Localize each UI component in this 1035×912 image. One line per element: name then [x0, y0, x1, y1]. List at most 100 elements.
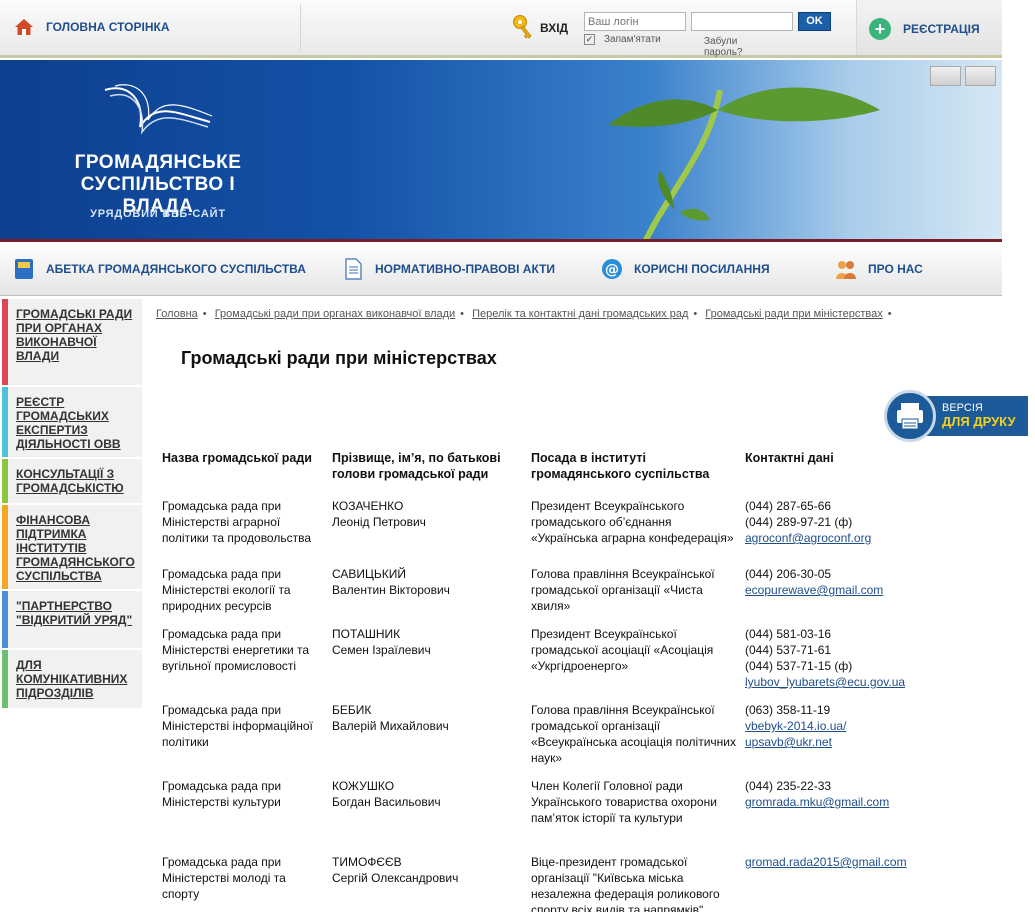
sidebar-color-bar: [2, 459, 8, 503]
sidebar-item-financial-support[interactable]: ФІНАНСОВА ПІДТРИМКА ІНСТИТУТІВ ГРОМАДЯНС…: [2, 505, 142, 591]
register-area: + РЕЄСТРАЦІЯ: [856, 0, 1002, 55]
print-version-button[interactable]: ВЕРСІЯ ДЛЯ ДРУКУ: [884, 390, 1028, 442]
sidebar-item-open-government[interactable]: "ПАРТНЕРСТВО "ВІДКРИТИЙ УРЯД": [2, 591, 142, 650]
nav-item-label: КОРИСНІ ПОСИЛАННЯ: [634, 262, 770, 276]
table-row: Громадська рада при Міністерстві екологі…: [158, 562, 931, 622]
sidebar-item-label: КОНСУЛЬТАЦІЇ З ГРОМАДСЬКІСТЮ: [16, 467, 124, 495]
council-position-cell: Президент Всеукраїнського громадського о…: [531, 499, 734, 545]
register-label: РЕЄСТРАЦІЯ: [903, 22, 980, 36]
document-icon: [345, 258, 362, 280]
breadcrumb: Головна • Громадські ради при органах вик…: [156, 308, 892, 320]
table-row: Громадська рада при Міністерстві інформа…: [158, 698, 931, 774]
email-link[interactable]: lyubov_lyubarets@ecu.gov.ua: [745, 675, 905, 689]
council-contacts-cell: gromad.rada2015@gmail.com: [741, 850, 931, 912]
nav-item-abetka[interactable]: АБЕТКА ГРОМАДЯНСЬКОГО СУСПІЛЬСТВА: [12, 257, 306, 281]
password-input[interactable]: [691, 12, 793, 31]
sidebar-item-label: ГРОМАДСЬКІ РАДИ ПРИ ОРГАНАХ ВИКОНАВЧОЇ В…: [16, 307, 133, 363]
col-header-name: Назва громадської ради: [162, 451, 312, 465]
phone-number: (044) 235-22-33: [745, 779, 832, 793]
council-contacts-cell: (044) 287-65-66 (044) 289-97-21 (ф) agroco…: [741, 494, 931, 562]
council-contacts-cell: (044) 581-03-16 (044) 537-71-61 (044) 537-…: [741, 622, 931, 698]
nav-item-acts[interactable]: НОРМАТИВНО-ПРАВОВІ АКТИ: [341, 257, 555, 281]
table-row: Громадська рада при Міністерстві молоді …: [158, 850, 931, 912]
header-banner: ГРОМАДЯНСЬКЕ СУСПІЛЬСТВО І ВЛАДА УРЯДОВИ…: [0, 60, 1002, 242]
remember-me[interactable]: ✓ Запам'ятати: [584, 34, 661, 45]
phone-number: (044) 581-03-16: [745, 627, 832, 641]
sidebar-color-bar: [2, 591, 8, 648]
breadcrumb-link[interactable]: Головна: [156, 308, 198, 320]
print-line2: ДЛЯ ДРУКУ: [942, 414, 1016, 429]
email-link[interactable]: gromrada.mku@gmail.com: [745, 795, 889, 809]
site-subtitle: УРЯДОВИЙ ВЕБ-САЙТ: [90, 208, 226, 220]
councils-table: Назва громадської ради Прізвище, ім’я, п…: [158, 446, 931, 912]
login-ok-button[interactable]: OK: [798, 12, 831, 31]
sidebar-color-bar: [2, 299, 8, 385]
home-icon: [15, 19, 33, 35]
breadcrumb-link[interactable]: Громадські ради при міністерствах: [705, 308, 882, 320]
nav-item-about[interactable]: ПРО НАС: [834, 257, 923, 281]
email-link[interactable]: upsavb@ukr.net: [745, 735, 832, 749]
view-grid-button[interactable]: [930, 66, 961, 86]
sidebar-item-label: ДЛЯ КОМУНІКАТИВНИХ ПІДРОЗДІЛІВ: [16, 658, 128, 700]
council-contacts-cell: (044) 235-22-33 gromrada.mku@gmail.com: [741, 774, 931, 850]
page-title: Громадські ради при міністерствах: [181, 348, 497, 368]
breadcrumb-link[interactable]: Перелік та контактні дані громадських ра…: [472, 308, 688, 320]
council-name-cell: Громадська рада при Міністерстві аграрно…: [162, 499, 312, 545]
home-link[interactable]: ГОЛОВНА СТОРІНКА: [14, 18, 170, 36]
email-link[interactable]: gromad.rada2015@gmail.com: [745, 855, 907, 869]
council-position-cell: Голова правління Всеукраїнської громадсь…: [531, 567, 715, 613]
col-header-position: Посада в інституті громадянського суспіл…: [531, 451, 710, 481]
view-pause-button[interactable]: [965, 66, 996, 86]
phone-number: (044) 537-71-61: [745, 643, 832, 657]
council-name-cell: Громадська рада при Міністерстві енергет…: [162, 627, 310, 673]
nav-item-links[interactable]: @ КОРИСНІ ПОСИЛАННЯ: [600, 257, 770, 281]
table-header-row: Назва громадської ради Прізвище, ім’я, п…: [158, 446, 931, 494]
council-head-cell: БЕБИК Валерій Михайлович: [332, 703, 449, 733]
forgot-password-link[interactable]: Забули пароль?: [704, 36, 743, 58]
council-name-cell: Громадська рада при Міністерстві інформа…: [162, 703, 313, 749]
council-name-cell: Громадська рада при Міністерстві молоді …: [162, 855, 286, 901]
council-contacts-cell: (044) 206-30-05 ecopurewave@gmail.com: [741, 562, 931, 622]
sidebar-item-label: РЕЄСТР ГРОМАДСЬКИХ ЕКСПЕРТИЗ ДІЯЛЬНОСТІ …: [16, 395, 121, 451]
council-position-cell: Президент Всеукраїнської громадської асо…: [531, 627, 714, 673]
login-input[interactable]: [584, 12, 686, 31]
sidebar-item-consultations[interactable]: КОНСУЛЬТАЦІЇ З ГРОМАДСЬКІСТЮ: [2, 459, 142, 505]
printer-icon: [884, 390, 936, 442]
phone-number: (044) 206-30-05: [745, 567, 832, 581]
council-position-cell: Член Колегії Головної ради Українського …: [531, 779, 717, 825]
table-row: Громадська рада при Міністерстві культур…: [158, 774, 931, 850]
home-link-label: ГОЛОВНА СТОРІНКА: [46, 20, 170, 34]
council-head-cell: САВИЦЬКИЙ Валентин Вікторович: [332, 567, 450, 597]
col-header-head: Прізвище, ім’я, по батькові голови грома…: [332, 451, 501, 481]
nav-item-label: НОРМАТИВНО-ПРАВОВІ АКТИ: [375, 262, 556, 276]
phone-number: (044) 289-97-21 (ф): [745, 515, 853, 529]
nav-item-label: ПРО НАС: [868, 262, 923, 276]
council-contacts-cell: (063) 358-11-19 vbebyk-2014.io.ua/upsavb@…: [741, 698, 931, 774]
nav-item-label: АБЕТКА ГРОМАДЯНСЬКОГО СУСПІЛЬСТВА: [46, 262, 306, 276]
top-bar: ГОЛОВНА СТОРІНКА ВХІД OK ✓ Запам'ятати З…: [0, 0, 1002, 58]
remember-checkbox[interactable]: ✓: [584, 34, 595, 45]
phone-number: (044) 287-65-66: [745, 499, 832, 513]
logo-wave-graphic: [104, 84, 213, 135]
sidebar-item-communications[interactable]: ДЛЯ КОМУНІКАТИВНИХ ПІДРОЗДІЛІВ: [2, 650, 142, 710]
council-head-cell: ПОТАШНИК Семен Ізраїлевич: [332, 627, 431, 657]
email-link[interactable]: ecopurewave@gmail.com: [745, 583, 883, 597]
sprout-image: [608, 87, 880, 239]
sidebar-item-councils[interactable]: ГРОМАДСЬКІ РАДИ ПРИ ОРГАНАХ ВИКОНАВЧОЇ В…: [2, 299, 142, 387]
login-label: ВХІД: [540, 21, 569, 35]
key-icon: [513, 15, 532, 39]
plus-icon: +: [869, 18, 891, 40]
council-head-cell: КОЗАЧЕНКО Леонід Петрович: [332, 499, 426, 529]
email-link[interactable]: agroconf@agroconf.org: [745, 531, 871, 545]
breadcrumb-link[interactable]: Громадські ради при органах виконавчої в…: [215, 308, 455, 320]
email-link[interactable]: vbebyk-2014.io.ua/: [745, 719, 846, 733]
people-icon: [836, 261, 856, 279]
register-link[interactable]: + РЕЄСТРАЦІЯ: [869, 18, 980, 40]
council-head-cell: ТИМОФЄЄВ Сергій Олександрович: [332, 855, 459, 885]
phone-number: (044) 537-71-15 (ф): [745, 659, 853, 673]
sidebar-color-bar: [2, 505, 8, 589]
table-row: Громадська рада при Міністерстві аграрно…: [158, 494, 931, 562]
sidebar-item-registry[interactable]: РЕЄСТР ГРОМАДСЬКИХ ЕКСПЕРТИЗ ДІЯЛЬНОСТІ …: [2, 387, 142, 459]
remember-label: Запам'ятати: [604, 34, 661, 45]
council-head-cell: КОЖУШКО Богдан Васильович: [332, 779, 441, 809]
